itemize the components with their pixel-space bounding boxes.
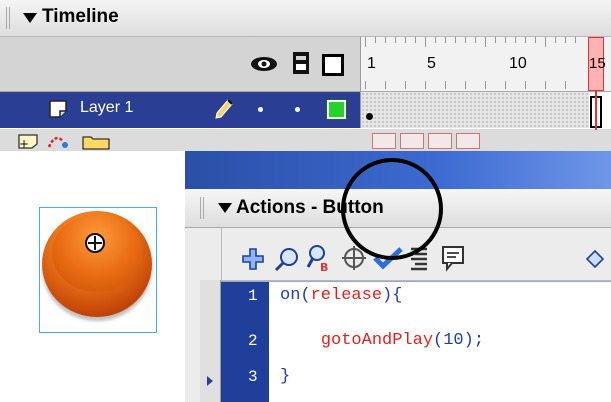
ruler-label: 10: [509, 55, 527, 72]
annotation-circle: [341, 158, 443, 260]
svg-text:+: +: [19, 137, 29, 151]
code-hint-icon[interactable]: [440, 244, 468, 272]
code-token: on(: [280, 286, 311, 305]
code-token: gotoAndPlay: [320, 331, 434, 350]
code-token: (10);: [433, 331, 485, 350]
code-token: ){: [382, 286, 403, 305]
layer-frames[interactable]: [360, 92, 589, 128]
button-symbol-top[interactable]: [52, 214, 142, 292]
line-number: 2: [248, 332, 258, 350]
add-statement-icon[interactable]: [240, 246, 266, 272]
line-number: 3: [248, 368, 258, 386]
code-token: release: [310, 286, 383, 305]
registration-point-icon: [85, 233, 105, 253]
eye-icon[interactable]: [250, 55, 278, 73]
keyframe-dot[interactable]: [366, 113, 373, 120]
add-motion-guide-icon[interactable]: [47, 136, 68, 148]
panel-grip[interactable]: [6, 7, 12, 29]
lock-icon[interactable]: [290, 50, 312, 76]
code-line[interactable]: }: [280, 367, 290, 386]
layer-icon: [49, 100, 67, 118]
playhead-frame-number: 15: [589, 55, 606, 72]
line-number-gutter: [221, 281, 269, 402]
expand-arrow-icon[interactable]: [207, 376, 213, 386]
replace-icon[interactable]: B: [305, 243, 335, 273]
svg-text:B: B: [320, 261, 328, 273]
insert-folder-icon[interactable]: [82, 136, 110, 150]
find-icon[interactable]: [273, 246, 301, 272]
code-line[interactable]: gotoAndPlay(10);: [280, 331, 484, 350]
pencil-icon: [215, 99, 233, 119]
code-line[interactable]: on(release){: [280, 286, 402, 305]
line-number: 1: [248, 287, 258, 305]
debug-options-icon[interactable]: [584, 248, 606, 270]
ruler-label: 5: [427, 55, 436, 72]
visibility-dot[interactable]: [258, 107, 263, 112]
lock-dot[interactable]: [295, 107, 300, 112]
collapse-triangle-icon[interactable]: [23, 13, 37, 23]
layer-name[interactable]: Layer 1: [80, 99, 133, 117]
code-token: }: [280, 367, 291, 386]
panel-grip[interactable]: [200, 197, 206, 219]
layer-buttons: +: [18, 134, 110, 151]
add-layer-icon[interactable]: +: [18, 134, 38, 151]
outline-square-icon[interactable]: [322, 54, 344, 76]
playhead-line: [595, 90, 597, 130]
collapse-triangle-icon[interactable]: [218, 203, 232, 213]
timeline-title: Timeline: [42, 6, 119, 27]
layer-outline-color[interactable]: [326, 99, 347, 120]
timeline-ruler[interactable]: 1 5 10: [360, 37, 611, 92]
ruler-label: 1: [367, 55, 376, 72]
